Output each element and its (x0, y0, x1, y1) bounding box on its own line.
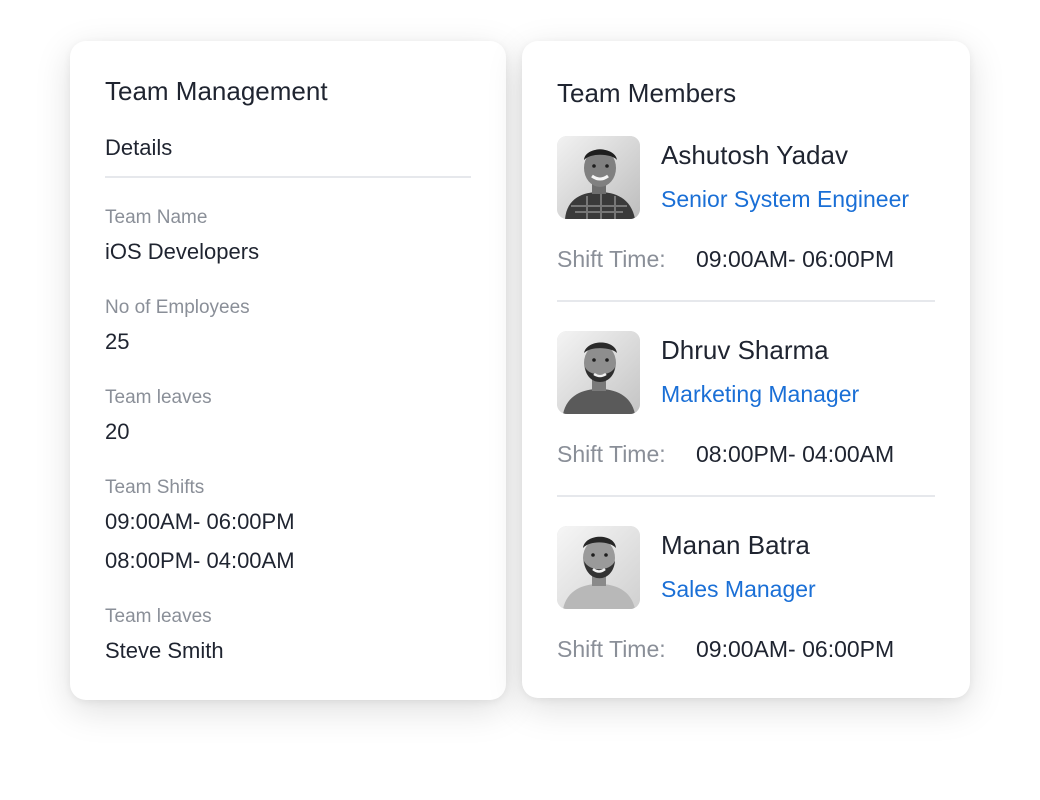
shift-time-label: Shift Time: (557, 246, 666, 272)
team-leaves-value: 20 (105, 419, 130, 444)
team-leaves-label: Team leaves (105, 387, 212, 408)
member-name: Ashutosh Yadav (661, 140, 848, 170)
team-leaves-approver-value: Steve Smith (105, 638, 224, 663)
details-divider (105, 176, 471, 178)
team-management-title: Team Management (105, 76, 328, 106)
employees-count-label: No of Employees (105, 297, 250, 318)
shift-time-value: 09:00AM- 06:00PM (696, 636, 895, 662)
member-item[interactable]: Ashutosh Yadav Senior System Engineer Sh… (557, 136, 935, 331)
person-photo-icon (557, 331, 640, 414)
team-name-value: iOS Developers (105, 239, 260, 264)
team-shifts-label: Team Shifts (105, 477, 205, 498)
member-avatar[interactable] (557, 136, 640, 219)
member-name: Manan Batra (661, 530, 810, 560)
team-leaves-approver-label: Team leaves (105, 606, 212, 627)
team-name-label: Team Name (105, 207, 208, 228)
member-role[interactable]: Sales Manager (661, 576, 816, 603)
team-shift-1-value: 09:00AM- 06:00PM (105, 509, 295, 534)
member-avatar[interactable] (557, 526, 640, 609)
shift-time-label: Shift Time: (557, 636, 666, 662)
member-item[interactable]: Dhruv Sharma Marketing Manager Shift Tim… (557, 331, 935, 526)
shift-time-value: 08:00PM- 04:00AM (696, 441, 895, 467)
team-members-card: Team Members Ashutosh Yadav Senior Syste… (522, 41, 970, 698)
member-item[interactable]: Manan Batra Sales Manager Shift Time: 09… (557, 526, 935, 721)
team-members-title: Team Members (557, 78, 737, 108)
shift-time-label: Shift Time: (557, 441, 666, 467)
member-role[interactable]: Senior System Engineer (661, 186, 909, 213)
member-avatar[interactable] (557, 331, 640, 414)
team-management-card: Team Management Details Team Name iOS De… (70, 41, 506, 700)
team-shift-2-value: 08:00PM- 04:00AM (105, 548, 295, 573)
shift-time-value: 09:00AM- 06:00PM (696, 246, 895, 272)
member-name: Dhruv Sharma (661, 335, 829, 365)
employees-count-value: 25 (105, 329, 130, 354)
person-photo-icon (557, 526, 640, 609)
person-photo-icon (557, 136, 640, 219)
member-divider (557, 300, 935, 302)
member-divider (557, 495, 935, 497)
details-section-title: Details (105, 135, 173, 160)
member-role[interactable]: Marketing Manager (661, 381, 859, 408)
